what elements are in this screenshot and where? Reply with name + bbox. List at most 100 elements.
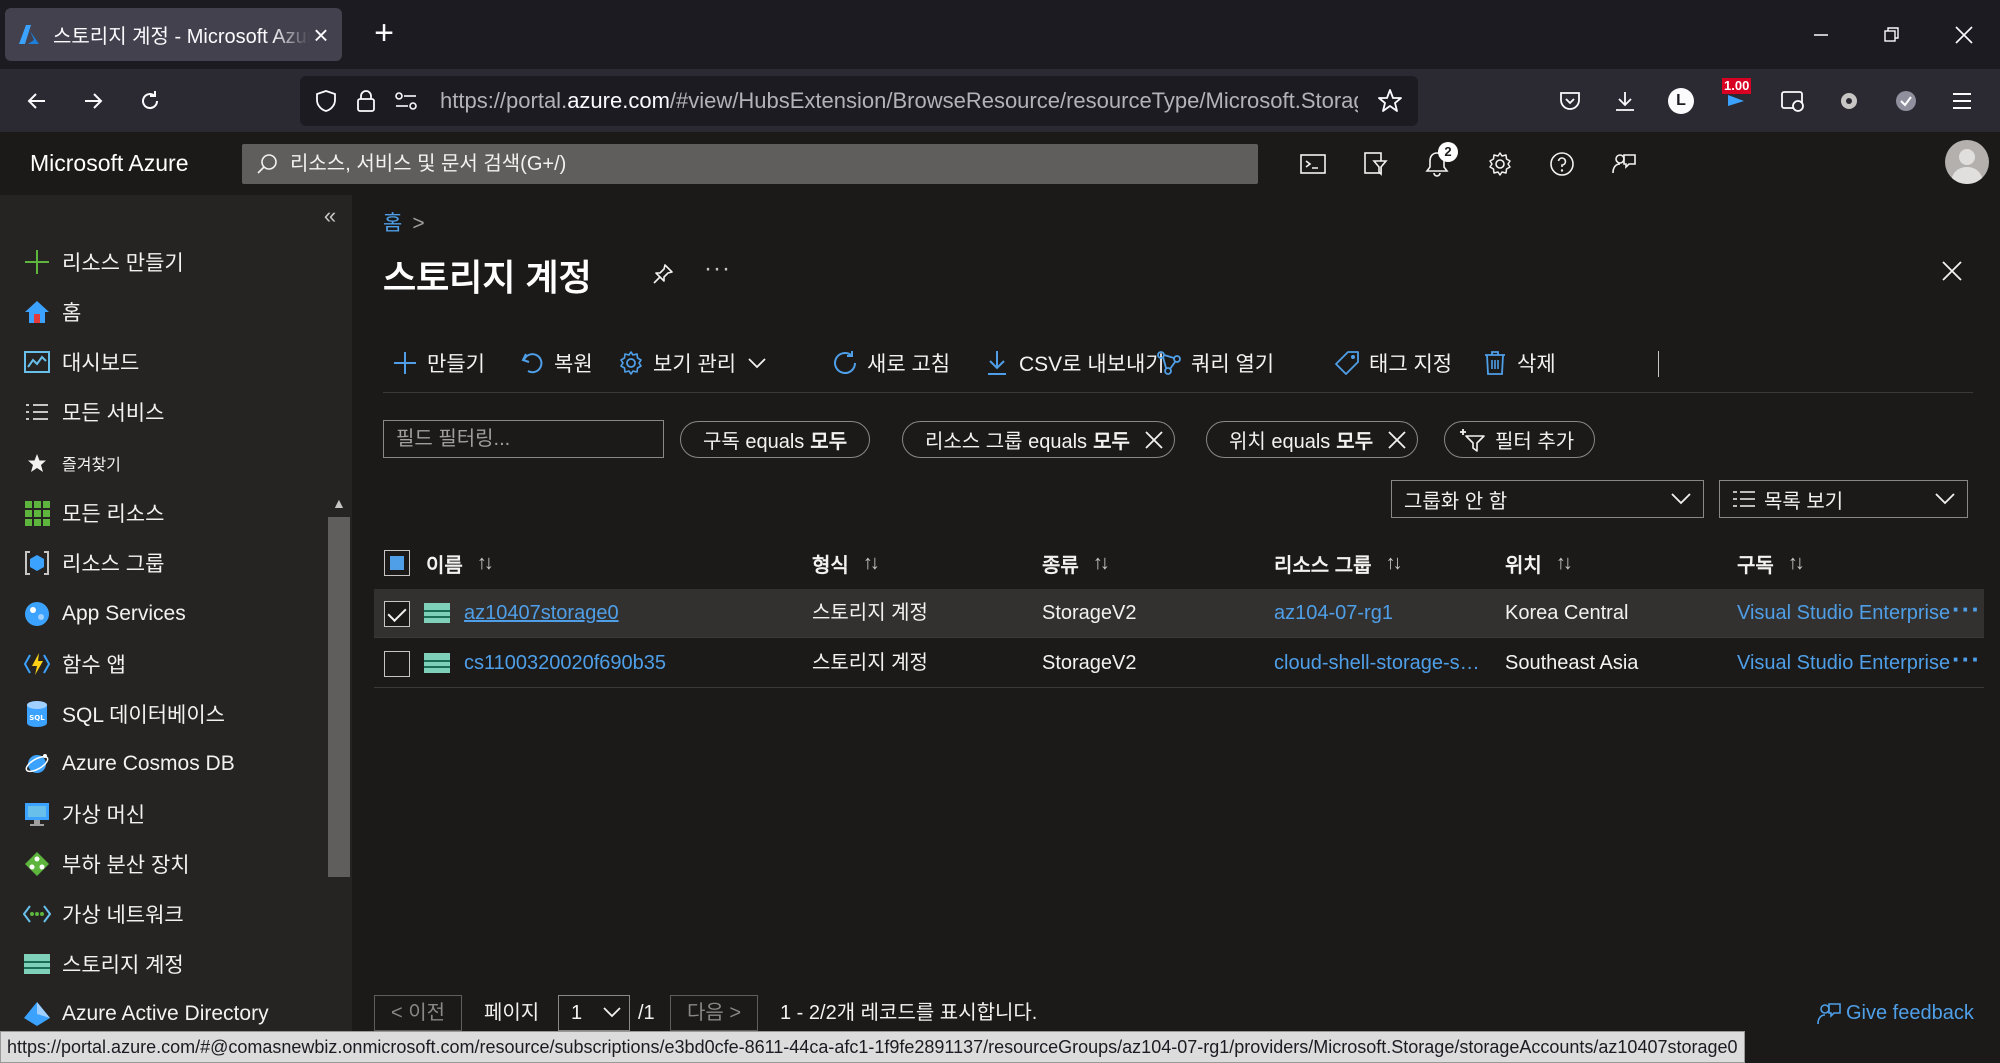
global-search[interactable]: 리소스, 서비스 및 문서 검색(G+/) bbox=[242, 144, 1258, 184]
extension-gear-icon[interactable] bbox=[1829, 81, 1869, 121]
user-avatar[interactable] bbox=[1945, 140, 1989, 184]
sidebar-item-sql-database[interactable]: SQL SQL 데이터베이스 bbox=[0, 690, 326, 738]
export-csv-button[interactable]: CSV로 내보내기 bbox=[983, 343, 1165, 383]
browser-tab[interactable]: 스토리지 계정 - Microsoft Azure × bbox=[5, 8, 342, 61]
restore-button[interactable]: 복원 bbox=[518, 343, 593, 383]
next-page-button[interactable]: 다음 > bbox=[670, 995, 759, 1031]
resource-name-link[interactable]: az10407storage0 bbox=[464, 589, 784, 638]
profile-avatar[interactable]: L bbox=[1668, 88, 1694, 114]
manage-view-button[interactable]: 보기 관리 bbox=[617, 343, 766, 383]
collapse-sidebar-icon[interactable]: « bbox=[318, 205, 342, 229]
menu-icon[interactable] bbox=[1942, 81, 1982, 121]
filter-pill-subscription[interactable]: 구독 equals 모두 bbox=[680, 421, 871, 458]
sidebar-item-cosmos-db[interactable]: Azure Cosmos DB bbox=[0, 740, 326, 788]
sidebar-item-create-resource[interactable]: 리소스 만들기 bbox=[0, 238, 326, 286]
sidebar-scrollbar[interactable]: ▲ bbox=[326, 489, 352, 1031]
extension-check-icon[interactable] bbox=[1886, 81, 1926, 121]
plus-icon bbox=[22, 247, 52, 277]
field-filter-input[interactable] bbox=[383, 420, 664, 458]
tab-close-icon[interactable]: × bbox=[310, 22, 332, 48]
pocket-icon[interactable] bbox=[1550, 81, 1590, 121]
view-dropdown[interactable]: 목록 보기 bbox=[1719, 480, 1968, 518]
open-query-button[interactable]: 쿼리 열기 bbox=[1155, 343, 1274, 383]
minimize-icon[interactable] bbox=[1803, 18, 1839, 52]
resource-group-link[interactable]: cloud-shell-storage-southeastasia bbox=[1274, 639, 1484, 688]
shield-icon[interactable] bbox=[312, 87, 340, 115]
reload-icon[interactable] bbox=[130, 81, 170, 121]
pin-icon[interactable] bbox=[652, 263, 674, 285]
sidebar-item-virtual-machines[interactable]: 가상 머신 bbox=[0, 790, 326, 838]
remove-filter-icon[interactable] bbox=[1144, 430, 1164, 450]
close-blade-icon[interactable] bbox=[1942, 261, 1962, 281]
lock-icon[interactable] bbox=[352, 87, 380, 115]
add-filter-button[interactable]: 필터 추가 bbox=[1444, 421, 1596, 458]
sidebar-item-storage-accounts[interactable]: 스토리지 계정 bbox=[0, 940, 326, 988]
sidebar-item-label: 함수 앱 bbox=[62, 654, 126, 677]
table-row[interactable]: cs1100320020f690b35 스토리지 계정 StorageV2 cl… bbox=[374, 639, 1984, 688]
sidebar-item-dashboard[interactable]: 대시보드 bbox=[0, 338, 326, 386]
give-feedback-link[interactable]: Give feedback bbox=[1816, 995, 1974, 1031]
filter-pill-location[interactable]: 위치 equals 모두 bbox=[1206, 421, 1419, 458]
row-more-button[interactable]: ··· bbox=[1952, 639, 1981, 688]
refresh-button[interactable]: 새로 고침 bbox=[831, 343, 950, 383]
column-header-location[interactable]: 위치 ↑↓ bbox=[1505, 537, 1573, 589]
page-select[interactable]: 1 bbox=[558, 995, 630, 1031]
select-all-checkbox[interactable] bbox=[384, 550, 410, 576]
column-header-type[interactable]: 형식 ↑↓ bbox=[812, 537, 880, 589]
column-header-resource-group[interactable]: 리소스 그룹 ↑↓ bbox=[1274, 537, 1403, 589]
scrollbar-thumb[interactable] bbox=[328, 517, 350, 877]
sidebar-item-resource-groups[interactable]: 리소스 그룹 bbox=[0, 539, 326, 587]
sidebar-item-app-services[interactable]: App Services bbox=[0, 590, 326, 638]
delete-button[interactable]: 삭제 bbox=[1481, 343, 1556, 383]
column-header-kind[interactable]: 종류 ↑↓ bbox=[1042, 537, 1110, 589]
address-bar[interactable]: https://portal.azure.com/#view/HubsExten… bbox=[300, 76, 1418, 126]
subscription-link[interactable]: Visual Studio Enterprise bbox=[1737, 589, 1952, 638]
filter-pill-label: 위치 equals bbox=[1229, 431, 1331, 453]
resource-group-link[interactable]: az104-07-rg1 bbox=[1274, 589, 1484, 638]
new-tab-button[interactable]: + bbox=[368, 16, 400, 50]
previous-page-button[interactable]: < 이전 bbox=[374, 995, 463, 1031]
help-icon[interactable] bbox=[1541, 143, 1583, 185]
table-row[interactable]: az10407storage0 스토리지 계정 StorageV2 az104-… bbox=[374, 589, 1984, 638]
scroll-up-icon[interactable]: ▲ bbox=[332, 495, 346, 511]
feedback-icon[interactable] bbox=[1603, 143, 1645, 185]
resource-name-link[interactable]: cs1100320020f690b35 bbox=[464, 639, 784, 688]
url-text[interactable]: https://portal.azure.com/#view/HubsExten… bbox=[440, 76, 1358, 126]
subscription-link[interactable]: Visual Studio Enterprise bbox=[1737, 639, 1952, 688]
dashboard-icon bbox=[22, 347, 52, 377]
permissions-icon[interactable] bbox=[392, 87, 420, 115]
create-button[interactable]: 만들기 bbox=[391, 343, 485, 383]
row-checkbox[interactable] bbox=[384, 601, 410, 627]
sidebar-item-load-balancers[interactable]: 부하 분산 장치 bbox=[0, 840, 326, 888]
sidebar-item-all-services[interactable]: 모든 서비스 bbox=[0, 388, 326, 436]
restore-icon[interactable] bbox=[1874, 18, 1910, 52]
sidebar-item-all-resources[interactable]: 모든 리소스 bbox=[0, 489, 326, 537]
sidebar-item-home[interactable]: 홈 bbox=[0, 288, 326, 336]
grouping-dropdown[interactable]: 그룹화 안 함 bbox=[1391, 480, 1704, 518]
sidebar-item-virtual-networks[interactable]: 가상 네트워크 bbox=[0, 890, 326, 938]
column-header-name[interactable]: 이름 ↑↓ bbox=[426, 537, 494, 589]
window-close-icon[interactable] bbox=[1946, 18, 1982, 52]
more-options-button[interactable]: ··· bbox=[704, 255, 731, 283]
breadcrumb-home-link[interactable]: 홈 bbox=[383, 212, 402, 235]
forward-icon[interactable] bbox=[73, 81, 113, 121]
sidebar-item-active-directory[interactable]: Azure Active Directory bbox=[0, 990, 326, 1031]
filter-pill-resource-group[interactable]: 리소스 그룹 equals 모두 bbox=[902, 421, 1175, 458]
downloads-icon[interactable] bbox=[1605, 81, 1645, 121]
back-icon[interactable] bbox=[17, 81, 57, 121]
column-header-subscription[interactable]: 구독 ↑↓ bbox=[1737, 537, 1805, 589]
settings-gear-icon[interactable] bbox=[1479, 143, 1521, 185]
directory-filter-icon[interactable] bbox=[1354, 143, 1396, 185]
add-filter-label: 필터 추가 bbox=[1495, 431, 1575, 453]
remove-filter-icon[interactable] bbox=[1387, 430, 1407, 450]
screenshot-icon[interactable] bbox=[1773, 81, 1813, 121]
row-checkbox[interactable] bbox=[384, 651, 410, 677]
page-select-value: 1 bbox=[571, 1002, 583, 1024]
bookmark-star-icon[interactable] bbox=[1376, 87, 1404, 115]
filter-pill-value: 모두 bbox=[1336, 431, 1374, 453]
cloud-shell-icon[interactable] bbox=[1292, 143, 1334, 185]
sidebar-item-function-app[interactable]: 함수 앱 bbox=[0, 640, 326, 688]
assign-tags-button[interactable]: 태그 지정 bbox=[1333, 343, 1452, 383]
row-more-button[interactable]: ··· bbox=[1952, 589, 1981, 638]
azure-brand[interactable]: Microsoft Azure bbox=[30, 132, 189, 195]
